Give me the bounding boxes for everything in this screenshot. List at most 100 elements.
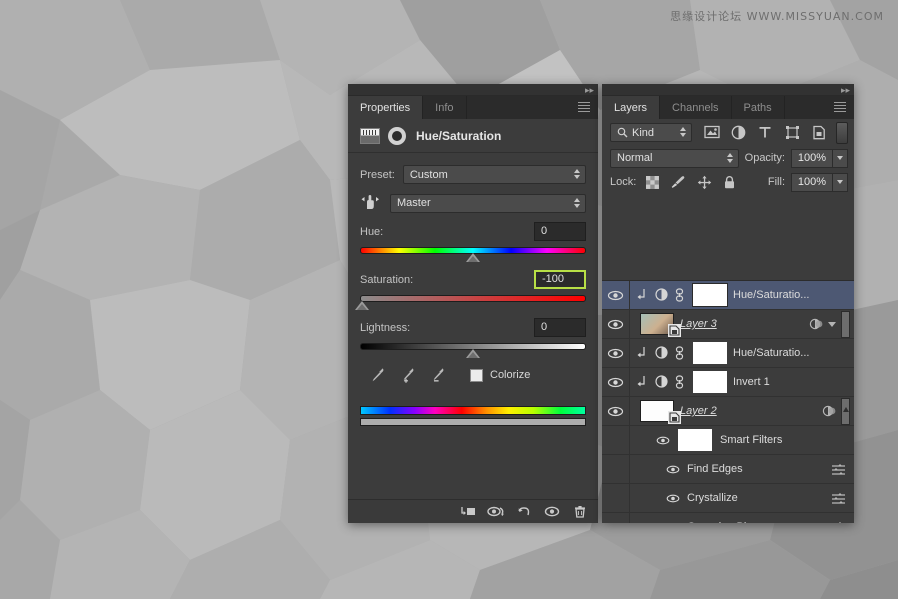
saturation-value-input[interactable]: -100 — [534, 270, 586, 289]
channel-stepper-icon[interactable] — [574, 197, 580, 208]
fill-dropdown-icon[interactable] — [833, 172, 848, 192]
layer-mask-thumbnail[interactable] — [693, 371, 727, 393]
collapse-panel-icon[interactable]: ▸▸ — [585, 85, 594, 95]
eyedropper-subtract-icon[interactable] — [430, 366, 446, 384]
smart-filter-visibility-toggle[interactable] — [664, 465, 682, 474]
view-previous-state-icon[interactable] — [482, 501, 510, 523]
adjustment-layer-filter-icon[interactable] — [731, 125, 747, 141]
smart-filter-visibility-toggle[interactable] — [664, 494, 682, 503]
filter-blending-options-icon[interactable] — [831, 492, 854, 505]
tab-info[interactable]: Info — [423, 96, 467, 119]
collapse-layers-panel-icon[interactable]: ▸▸ — [841, 85, 850, 95]
smart-filter-badge-icon[interactable] — [809, 317, 823, 331]
smart-filter-visibility-toggle[interactable] — [664, 523, 682, 524]
lock-position-icon[interactable] — [697, 175, 712, 190]
on-image-adjustment-hand-icon[interactable] — [360, 193, 382, 213]
layer-content[interactable]: Invert 1 — [630, 368, 854, 396]
smart-filter-name[interactable]: Crystallize — [687, 492, 738, 504]
pixel-layer-filter-icon[interactable] — [704, 125, 721, 141]
layer-name[interactable]: Invert 1 — [733, 376, 770, 388]
layer-content[interactable]: Hue/Saturatio... — [630, 281, 854, 309]
layer-thumbnail[interactable] — [640, 313, 681, 337]
channel-select[interactable]: Master — [390, 193, 586, 213]
tab-paths[interactable]: Paths — [732, 96, 785, 119]
smart-filter-row[interactable]: Find Edges — [602, 455, 854, 484]
hue-slider-thumb[interactable] — [466, 253, 480, 262]
table-row[interactable]: Layer 3 — [602, 310, 854, 339]
eyedropper-add-icon[interactable] — [400, 366, 416, 384]
layer-visibility-toggle[interactable] — [602, 368, 630, 396]
smart-filters-mask-thumbnail[interactable] — [678, 429, 712, 451]
layer-thumbnail[interactable] — [640, 400, 681, 424]
table-row[interactable]: Hue/Saturatio... — [602, 281, 854, 310]
colorize-control[interactable]: Colorize — [470, 368, 530, 382]
delete-adjustment-icon[interactable] — [566, 501, 594, 523]
preset-stepper-icon[interactable] — [574, 169, 580, 179]
filter-blending-options-icon[interactable] — [831, 521, 854, 523]
smart-filters-visibility-toggle[interactable] — [654, 436, 672, 445]
tab-channels[interactable]: Channels — [660, 96, 732, 119]
smart-filter-name[interactable]: Find Edges — [687, 463, 743, 475]
layer-visibility-toggle[interactable] — [602, 339, 630, 367]
layer-name[interactable]: Hue/Saturatio... — [733, 289, 809, 301]
shape-layer-filter-icon[interactable] — [785, 125, 801, 141]
filter-kind-select[interactable]: Kind — [610, 123, 693, 142]
expand-smart-filters-icon[interactable] — [828, 321, 836, 327]
lightness-slider-thumb[interactable] — [466, 349, 480, 358]
hue-value-input[interactable]: 0 — [534, 222, 586, 241]
saturation-slider-thumb[interactable] — [355, 301, 369, 310]
layers-panel-menu-icon[interactable] — [834, 102, 848, 113]
layer-content[interactable]: Layer 3 — [630, 310, 809, 338]
hue-spectrum-after[interactable] — [360, 418, 586, 426]
layer-mask-thumbnail[interactable] — [693, 342, 727, 364]
preset-select[interactable]: Custom — [402, 165, 586, 184]
smart-filter-row[interactable]: Gaussian Blur — [602, 513, 854, 523]
lock-transparent-pixels-icon[interactable] — [646, 175, 660, 189]
layer-content[interactable]: Hue/Saturatio... — [630, 339, 854, 367]
properties-panel-menu-icon[interactable] — [578, 102, 592, 113]
saturation-slider-track[interactable] — [355, 295, 586, 310]
blend-mode-select[interactable]: Normal — [610, 148, 739, 168]
type-layer-filter-icon[interactable] — [758, 125, 774, 141]
link-layers-icon[interactable] — [674, 375, 687, 389]
tab-properties[interactable]: Properties — [348, 96, 424, 119]
layer-visibility-toggle[interactable] — [602, 397, 630, 425]
layer-visibility-toggle[interactable] — [602, 281, 630, 309]
smart-object-filter-icon[interactable] — [812, 125, 828, 141]
eyedropper-icon[interactable] — [370, 366, 386, 384]
table-row[interactable]: Hue/Saturatio... — [602, 339, 854, 368]
layers-scrollbar[interactable] — [841, 310, 850, 338]
layer-visibility-toggle[interactable] — [602, 310, 630, 338]
smart-filter-badge-icon[interactable] — [822, 404, 836, 418]
hue-spectrum-before[interactable] — [360, 406, 586, 415]
lock-image-pixels-icon[interactable] — [670, 175, 686, 189]
layer-content[interactable]: Layer 2 — [630, 397, 822, 425]
layer-name[interactable]: Layer 2 — [680, 405, 717, 417]
toggle-layer-visibility-icon[interactable] — [538, 501, 566, 523]
colorize-checkbox[interactable] — [470, 368, 483, 382]
hue-slider-track[interactable] — [360, 247, 586, 262]
layer-name[interactable]: Hue/Saturatio... — [733, 347, 809, 359]
lock-all-icon[interactable] — [723, 175, 736, 190]
opacity-input[interactable]: 100% — [791, 148, 833, 168]
blend-mode-stepper-icon[interactable] — [726, 152, 733, 163]
filter-kind-stepper-icon[interactable] — [680, 127, 687, 137]
table-row[interactable]: Layer 2 — [602, 397, 854, 426]
smart-filters-header-row[interactable]: Smart Filters — [602, 426, 854, 455]
smart-filter-row[interactable]: Crystallize — [602, 484, 854, 513]
filter-blending-options-icon[interactable] — [831, 463, 854, 476]
smart-filter-name[interactable]: Gaussian Blur — [687, 521, 756, 523]
fill-input[interactable]: 100% — [791, 172, 833, 192]
collapse-smart-filters-icon[interactable] — [841, 397, 850, 425]
link-layers-icon[interactable] — [674, 346, 687, 360]
layer-mask-thumbnail[interactable] — [692, 283, 728, 307]
clip-to-layer-icon[interactable] — [454, 501, 482, 523]
layer-name[interactable]: Layer 3 — [680, 318, 717, 330]
opacity-dropdown-icon[interactable] — [833, 148, 848, 168]
table-row[interactable]: Invert 1 — [602, 368, 854, 397]
lightness-value-input[interactable]: 0 — [534, 318, 586, 337]
lightness-slider-track[interactable] — [360, 343, 586, 358]
filter-enable-toggle[interactable] — [836, 121, 848, 144]
reset-icon[interactable] — [510, 501, 538, 523]
link-layers-icon[interactable] — [674, 288, 687, 302]
